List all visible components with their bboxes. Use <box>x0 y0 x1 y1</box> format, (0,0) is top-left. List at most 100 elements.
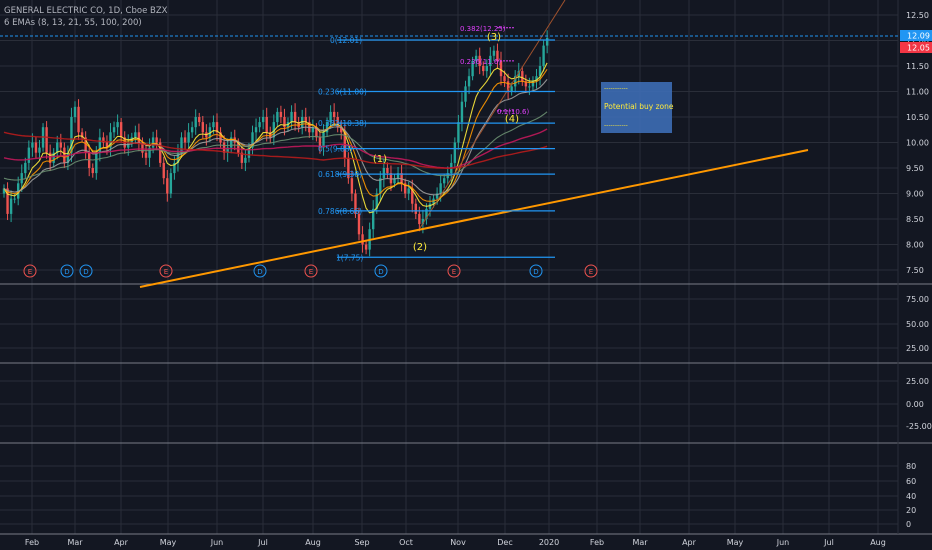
candle-body <box>137 132 141 143</box>
candle-body <box>155 137 158 143</box>
candle-body <box>485 66 488 72</box>
candle-body <box>528 86 531 88</box>
candle-body <box>98 137 102 153</box>
panel-tick-label: 0.00 <box>906 400 924 409</box>
candle-body <box>201 122 204 133</box>
candle-body <box>418 213 421 225</box>
wave-label: (2) <box>413 242 427 253</box>
x-tick-label: Oct <box>399 538 413 547</box>
x-tick-label: 2020 <box>539 538 559 547</box>
panel-tick-label: 80 <box>906 462 916 471</box>
price-tag-text: 12.09 <box>907 32 930 41</box>
panel-tick-label: 20 <box>906 506 916 515</box>
candle-body <box>116 122 119 128</box>
x-tick-label: Sep <box>354 538 369 547</box>
x-tick-label: Apr <box>682 538 697 547</box>
candle-body <box>364 244 368 250</box>
event-marker-label: D <box>257 268 262 276</box>
wave-label: (1) <box>373 154 387 165</box>
candle-body <box>119 122 123 138</box>
candle-body <box>162 162 165 179</box>
candle-body <box>194 117 197 128</box>
indicator-title[interactable]: 6 EMAs (8, 13, 21, 55, 100, 200) <box>4 17 167 29</box>
panel-tick-label: 75.00 <box>906 295 929 304</box>
candle-body <box>9 198 13 214</box>
panel-tick-label: 25.00 <box>906 377 929 386</box>
fib-level-label: 1(7.75) <box>336 253 363 262</box>
candle-body <box>464 86 467 102</box>
candle-body <box>460 101 464 123</box>
candle-body <box>439 183 442 194</box>
candle-body <box>293 111 297 123</box>
candle-body <box>134 132 137 138</box>
candle-body <box>244 157 247 163</box>
candle-body <box>198 117 201 123</box>
y-tick-label: 9.50 <box>906 164 924 173</box>
candle-body <box>27 147 31 163</box>
candle-body <box>56 142 59 153</box>
y-tick-label: 8.00 <box>906 241 924 250</box>
fib-level-label: 0.236(11.00) <box>318 88 367 97</box>
y-tick-label: 12.50 <box>906 11 929 20</box>
event-marker-label: E <box>589 268 593 276</box>
candle-body <box>521 71 524 82</box>
x-tick-label: Aug <box>305 538 321 547</box>
symbol-title[interactable]: GENERAL ELECTRIC CO, 1D, Cboe BZX <box>4 5 167 17</box>
candle-body <box>144 152 148 158</box>
event-marker-label: D <box>64 268 69 276</box>
fib-level-label: 0.618(9.38) <box>318 170 362 179</box>
panel-tick-label: 40 <box>906 492 916 501</box>
candle-body <box>91 168 94 174</box>
candle-body <box>545 37 549 46</box>
x-tick-label: Nov <box>450 538 466 547</box>
panel-tick-label: -25.00 <box>906 422 932 431</box>
y-tick-label: 10.50 <box>906 113 929 122</box>
candle-body <box>276 111 279 123</box>
x-tick-label: Feb <box>590 538 604 547</box>
price-tag-text: 12.05 <box>907 44 930 53</box>
x-tick-label: Mar <box>632 538 648 547</box>
x-tick-label: May <box>727 538 744 547</box>
candle-body <box>382 168 386 179</box>
candle-body <box>34 142 38 153</box>
candle-body <box>190 127 194 133</box>
candle-body <box>414 203 417 214</box>
candle-body <box>457 122 460 143</box>
panel-tick-label: 0 <box>906 520 911 529</box>
x-tick-label: Jul <box>257 538 268 547</box>
candle-body <box>350 178 354 194</box>
candle-body <box>542 45 545 66</box>
candle-body <box>212 122 215 128</box>
event-marker-label: D <box>378 268 383 276</box>
fib-level-label: 0(12.01) <box>330 36 362 45</box>
x-tick-label: Jul <box>823 538 834 547</box>
candle-body <box>290 111 293 123</box>
y-tick-label: 7.50 <box>906 266 924 275</box>
candle-body <box>357 213 361 235</box>
fib-level-label: 0.382(10.38) <box>318 119 367 128</box>
candle-body <box>45 127 48 153</box>
candle-body <box>279 111 283 117</box>
y-tick-label: 9.00 <box>906 190 924 199</box>
x-tick-label: Feb <box>25 538 39 547</box>
panel-tick-label: 60 <box>906 477 916 486</box>
candle-body <box>407 188 410 194</box>
x-tick-label: Mar <box>67 538 83 547</box>
candle-body <box>31 142 34 148</box>
candle-body <box>453 142 457 163</box>
candle-body <box>24 162 27 174</box>
event-marker-label: E <box>164 268 168 276</box>
price-chart[interactable]: Feb Mar Apr May Jun Jul Aug Sep Oct Nov Dec 2020 Feb… <box>0 0 932 550</box>
chart-root[interactable]: Feb Mar Apr May Jun Jul Aug Sep Oct Nov Dec 2020 Feb… <box>0 0 932 550</box>
event-marker-label: D <box>83 268 88 276</box>
candle-body <box>361 234 364 245</box>
candle-body <box>261 117 265 123</box>
candle-body <box>20 173 23 184</box>
candle-body <box>112 127 116 133</box>
candle-body <box>88 152 91 168</box>
candle-body <box>332 111 336 117</box>
candle-body <box>59 142 62 148</box>
y-tick-label: 10.00 <box>906 139 929 148</box>
candle-body <box>183 137 187 143</box>
event-marker-label: E <box>452 268 456 276</box>
